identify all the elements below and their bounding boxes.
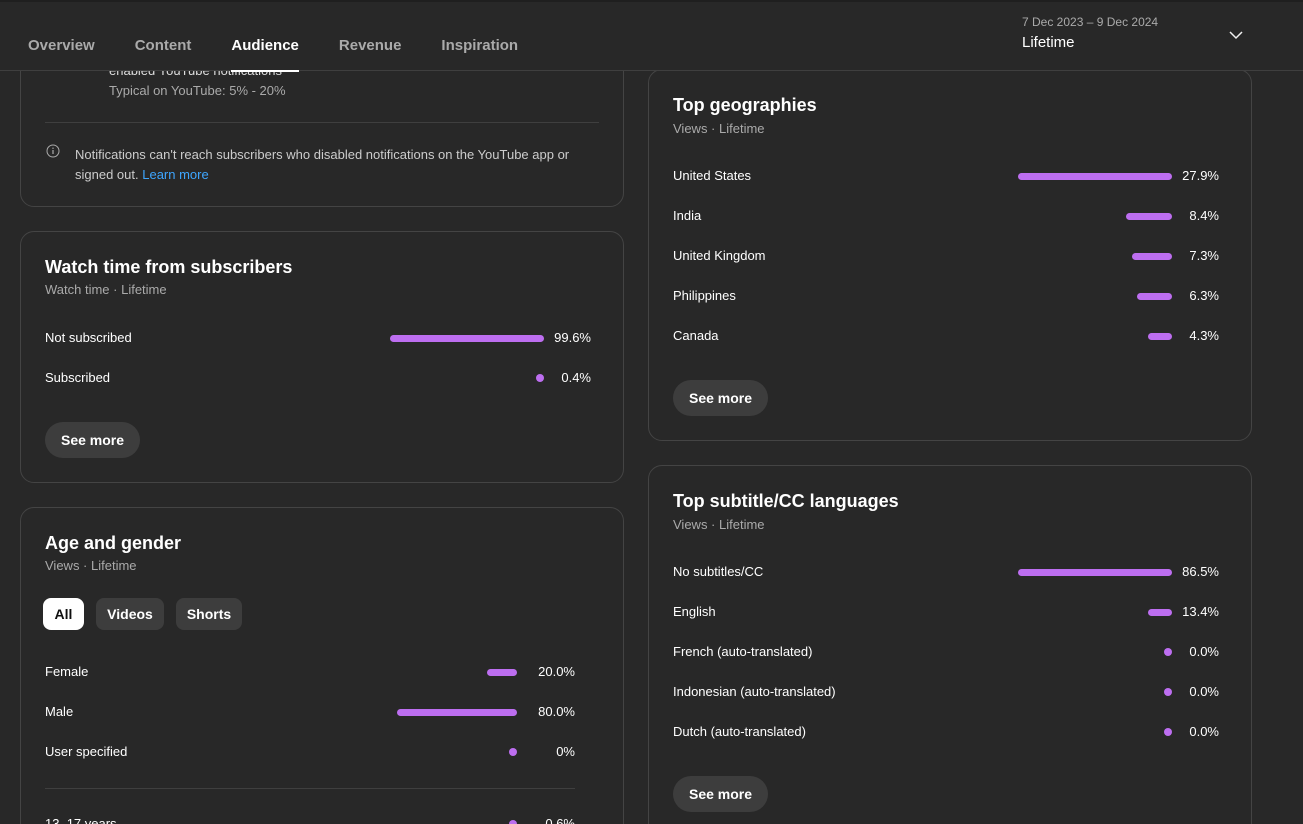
row-label: United Kingdom [673,248,766,263]
chip-videos[interactable]: Videos [96,598,164,630]
row-label: 13–17 years [45,816,117,824]
typical-range-text: Typical on YouTube: 5% - 20% [109,83,286,98]
row-value: 86.5% [1182,564,1219,579]
tab-content[interactable]: Content [135,37,192,71]
row-value: 13.4% [1182,604,1219,619]
info-icon [46,144,60,158]
row-value: 20.0% [538,664,575,679]
row-value: 0.4% [561,370,591,385]
row-label: French (auto-translated) [673,644,813,659]
chip-all[interactable]: All [43,598,84,630]
card-subtitle: Views · Lifetime [673,517,765,532]
row-label: India [673,208,702,223]
see-more-button[interactable]: See more [673,380,769,416]
row-bar [390,335,544,342]
row-label: Canada [673,328,719,343]
row-value: 0.0% [1189,724,1219,739]
bar-row: French (auto-translated) 0.0% [673,642,1219,662]
row-bar [487,669,517,676]
bar-row: User specified 0% [45,742,575,762]
chip-shorts[interactable]: Shorts [176,598,242,630]
row-label: No subtitles/CC [673,564,764,579]
learn-more-link[interactable]: Learn more [142,167,208,182]
top-bar: Overview Content Audience Revenue Inspir… [0,0,1303,72]
row-value: 8.4% [1189,208,1219,223]
notifications-info-text: Notifications can't reach subscribers wh… [75,145,595,185]
row-value: 6.3% [1189,288,1219,303]
info-text-line1: Notifications can't reach subscribers wh… [75,147,570,162]
divider [45,788,575,789]
age-row-cut: 13–17 years 0.6% [45,814,575,824]
row-value: 27.9% [1182,168,1219,183]
bar-row: Canada 4.3% [673,326,1219,346]
subtitles-card: Top subtitle/CC languages Views · Lifeti… [648,465,1252,824]
bar-row: No subtitles/CC 86.5% [673,562,1219,582]
row-label: United States [673,168,752,183]
age-gender-card: Age and gender Views · Lifetime All Vide… [20,507,624,824]
row-value: 0.0% [1189,644,1219,659]
row-label: Male [45,704,74,719]
tab-bar: Overview Content Audience Revenue Inspir… [28,37,558,72]
row-value: 0% [556,744,575,759]
bar-row: United Kingdom 7.3% [673,246,1219,266]
bar-row: Indonesian (auto-translated) 0.0% [673,682,1219,702]
row-value: 7.3% [1189,248,1219,263]
bar-row: Male 80.0% [45,702,575,722]
watch-time-card: Watch time from subscribers Watch time ·… [20,231,624,483]
card-subtitle: Views · Lifetime [45,558,137,573]
row-bar [1018,569,1172,576]
row-label: User specified [45,744,128,759]
tab-audience[interactable]: Audience [231,37,299,72]
row-value: 99.6% [554,330,591,345]
row-value: 4.3% [1189,328,1219,343]
bar-row: Philippines 6.3% [673,286,1219,306]
row-label: Indonesian (auto-translated) [673,684,836,699]
bar-row: India 8.4% [673,206,1219,226]
card-subtitle: Watch time · Lifetime [45,282,167,297]
row-label: Subscribed [45,370,111,385]
bar-row: Dutch (auto-translated) 0.0% [673,722,1219,742]
bar-row: Female 20.0% [45,662,575,682]
row-label: Dutch (auto-translated) [673,724,806,739]
card-title: Top geographies [673,95,817,115]
tab-overview[interactable]: Overview [28,37,95,71]
row-label: English [673,604,716,619]
geographies-card: Top geographies Views · Lifetime See mor… [648,69,1252,441]
row-value: 0.6% [545,816,575,824]
row-label: Philippines [673,288,736,303]
tab-revenue[interactable]: Revenue [339,37,402,71]
see-more-button[interactable]: See more [45,422,141,458]
card-title: Age and gender [45,533,182,553]
bar-row: English 13.4% [673,602,1219,622]
date-period-selector[interactable]: Lifetime [1022,34,1075,51]
bar-row: Not subscribed 99.6% [45,328,591,348]
row-bar [397,709,517,716]
tab-inspiration[interactable]: Inspiration [441,37,518,71]
divider [45,122,599,123]
card-title: Watch time from subscribers [45,257,293,277]
card-title: Top subtitle/CC languages [673,491,899,511]
bar-row: Subscribed 0.4% [45,368,591,388]
chevron-down-icon[interactable] [1227,26,1245,44]
card-subtitle: Views · Lifetime [673,121,765,136]
see-more-button[interactable]: See more [673,776,769,812]
info-text-line2: signed out. [75,167,139,182]
row-label: Not subscribed [45,330,132,345]
row-bar [1018,173,1172,180]
date-range-text: 7 Dec 2023 – 9 Dec 2024 [1022,15,1159,29]
row-label: Female [45,664,89,679]
bar-row: United States 27.9% [673,166,1219,186]
row-value: 80.0% [538,704,575,719]
row-value: 0.0% [1189,684,1219,699]
